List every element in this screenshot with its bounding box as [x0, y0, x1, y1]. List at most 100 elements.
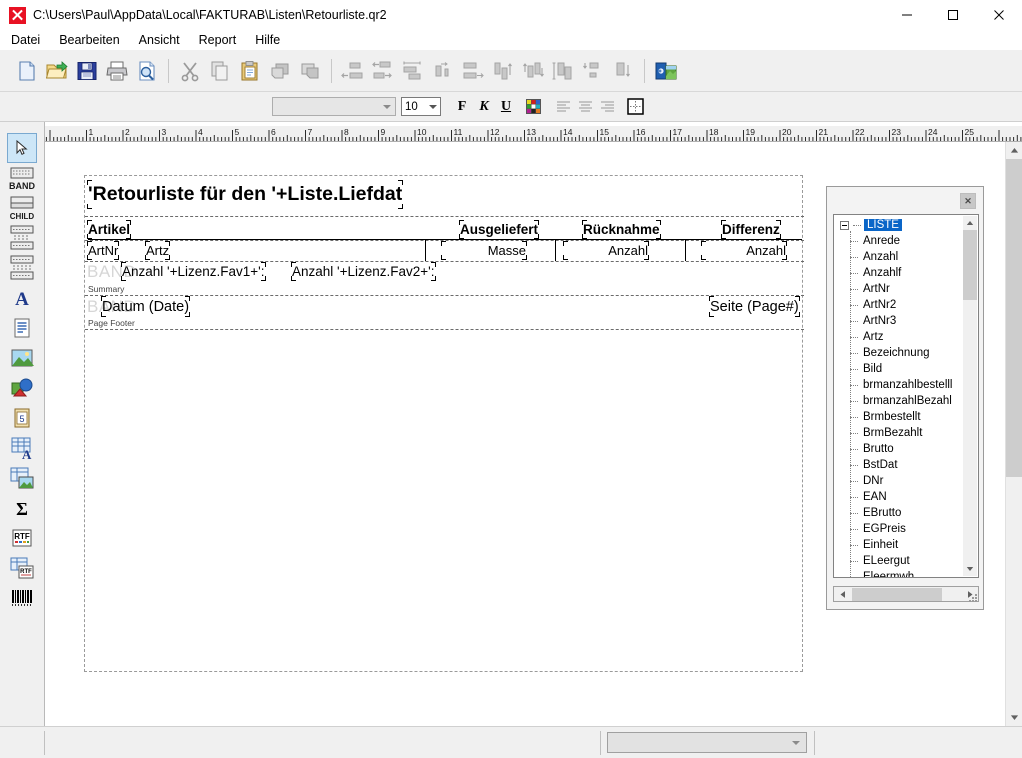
menu-ansicht[interactable]: Ansicht: [139, 31, 189, 49]
expression-sum-tool[interactable]: Σ: [7, 493, 37, 523]
header-artikel-label[interactable]: Artikel: [87, 220, 132, 239]
preview-report-icon[interactable]: [651, 55, 681, 87]
tree-item-anzahl[interactable]: Anzahl: [834, 249, 965, 265]
footer-page-field[interactable]: Seite (Page#): [709, 296, 800, 317]
shape-tool[interactable]: [7, 373, 37, 403]
image-tool[interactable]: [7, 343, 37, 373]
db-rich-text-tool[interactable]: RTF: [7, 553, 37, 583]
band-tool[interactable]: BAND: [7, 163, 37, 193]
detail-band-tool[interactable]: [7, 253, 37, 283]
canvas-vertical-scrollbar[interactable]: [1005, 142, 1022, 726]
font-size-select[interactable]: 10: [401, 97, 441, 116]
align-bottom-edges-icon[interactable]: [518, 55, 548, 87]
group-header-band-tool[interactable]: [7, 223, 37, 253]
print-icon[interactable]: [102, 55, 132, 87]
maximize-button[interactable]: [930, 0, 976, 30]
underline-button[interactable]: U: [495, 96, 517, 118]
select-pointer-tool[interactable]: [7, 133, 37, 163]
db-text-tool[interactable]: A: [7, 433, 37, 463]
report-page[interactable]: 'Retourliste für den '+Liste.Liefdat Art…: [84, 175, 804, 672]
save-disk-icon[interactable]: [72, 55, 102, 87]
header-anzahl-ruecknahme-label[interactable]: Anzahl: [563, 241, 649, 260]
header-artz-label[interactable]: Artz: [145, 241, 171, 260]
field-tree[interactable]: LISTE Anrede Anzahl Anzahlf ArtNr ArtNr2 ArtNr…: [833, 214, 979, 578]
scroll-down-icon[interactable]: [963, 562, 977, 576]
menu-bearbeiten[interactable]: Bearbeiten: [59, 31, 128, 49]
header-differenz-label[interactable]: Differenz: [721, 220, 781, 239]
bring-to-front-icon[interactable]: [265, 55, 295, 87]
align-top-edges-icon[interactable]: [488, 55, 518, 87]
cut-scissors-icon[interactable]: [175, 55, 205, 87]
tree-item-brmanzahlbestelll[interactable]: brmanzahlbestelll: [834, 377, 965, 393]
tree-item-bild[interactable]: Bild: [834, 361, 965, 377]
copy-icon[interactable]: [205, 55, 235, 87]
bold-button[interactable]: F: [451, 96, 473, 118]
tree-item-eleermwh[interactable]: Eleermwh: [834, 569, 965, 577]
tree-item-einheit[interactable]: Einheit: [834, 537, 965, 553]
tree-item-dnr[interactable]: DNr: [834, 473, 965, 489]
font-name-select[interactable]: [272, 97, 396, 116]
system-field-tool[interactable]: 5: [7, 403, 37, 433]
scroll-up-icon[interactable]: [1006, 142, 1022, 159]
child-band-tool[interactable]: CHILD: [7, 193, 37, 223]
tree-item-artz[interactable]: Artz: [834, 329, 965, 345]
open-folder-icon[interactable]: [42, 55, 72, 87]
minimize-button[interactable]: [884, 0, 930, 30]
tree-item-bstdat[interactable]: BstDat: [834, 457, 965, 473]
report-title-field[interactable]: 'Retourliste für den '+Liste.Liefdat: [87, 180, 404, 209]
header-artnr-label[interactable]: ArtNr: [87, 241, 120, 260]
cell-borders-icon[interactable]: [624, 96, 646, 118]
paste-clipboard-icon[interactable]: [235, 55, 265, 87]
summary-fav2-field[interactable]: Anzahl '+Lizenz.Fav2+':: [291, 262, 436, 281]
footer-date-field[interactable]: Datum (Date): [101, 296, 191, 317]
tree-item-artnr[interactable]: ArtNr: [834, 281, 965, 297]
tree-item-artnr3[interactable]: ArtNr3: [834, 313, 965, 329]
header-masse-label[interactable]: Masse: [441, 241, 527, 260]
tree-vertical-scrollbar[interactable]: [963, 216, 977, 576]
tree-item-brutto[interactable]: Brutto: [834, 441, 965, 457]
header-anzahl-differenz-label[interactable]: Anzahl: [701, 241, 787, 260]
tree-item-brmbezahlt[interactable]: BrmBezahlt: [834, 425, 965, 441]
menu-report[interactable]: Report: [199, 31, 246, 49]
close-icon[interactable]: ✕: [960, 193, 976, 209]
tree-item-artnr2[interactable]: ArtNr2: [834, 297, 965, 313]
rich-text-tool[interactable]: RTF: [7, 523, 37, 553]
tree-item-brmbestellt[interactable]: Brmbestellt: [834, 409, 965, 425]
align-text-left-icon[interactable]: [552, 96, 574, 118]
print-preview-icon[interactable]: [132, 55, 162, 87]
tree-item-anrede[interactable]: Anrede: [834, 233, 965, 249]
summary-fav1-field[interactable]: Anzahl '+Lizenz.Fav1+':: [121, 262, 266, 281]
align-text-right-icon[interactable]: [596, 96, 618, 118]
align-left-edges-icon[interactable]: [338, 55, 368, 87]
color-palette-icon[interactable]: [522, 96, 544, 118]
resize-grip[interactable]: [967, 591, 979, 603]
close-button[interactable]: [976, 0, 1022, 30]
align-right-edges-icon[interactable]: [368, 55, 398, 87]
tree-horizontal-scrollbar[interactable]: [833, 586, 979, 602]
tree-item-eleergut[interactable]: ELeergut: [834, 553, 965, 569]
italic-button[interactable]: K: [473, 96, 495, 118]
align-text-center-icon[interactable]: [574, 96, 596, 118]
menu-datei[interactable]: Datei: [11, 31, 49, 49]
tree-item-ean[interactable]: EAN: [834, 489, 965, 505]
db-image-tool[interactable]: [7, 463, 37, 493]
align-to-grid-icon[interactable]: [458, 55, 488, 87]
collapse-icon[interactable]: [840, 220, 849, 230]
align-vertical-center-icon[interactable]: [548, 55, 578, 87]
tree-item-egpreis[interactable]: EGPreis: [834, 521, 965, 537]
size-to-fit-icon[interactable]: [608, 55, 638, 87]
tree-hscroll-thumb[interactable]: [852, 587, 942, 601]
tree-item-ebrutto[interactable]: EBrutto: [834, 505, 965, 521]
memo-tool[interactable]: [7, 313, 37, 343]
space-vertically-icon[interactable]: [578, 55, 608, 87]
tree-item-brmanzahlbezahl[interactable]: brmanzahlBezahl: [834, 393, 965, 409]
space-horizontally-icon[interactable]: [428, 55, 458, 87]
canvas-scroll-thumb[interactable]: [1006, 159, 1022, 477]
scroll-up-icon[interactable]: [963, 216, 977, 230]
barcode-tool[interactable]: [7, 583, 37, 613]
new-file-icon[interactable]: [12, 55, 42, 87]
scroll-down-icon[interactable]: [1006, 709, 1022, 726]
label-text-tool[interactable]: A: [7, 283, 37, 313]
send-to-back-icon[interactable]: [295, 55, 325, 87]
tree-scroll-thumb[interactable]: [963, 230, 977, 300]
